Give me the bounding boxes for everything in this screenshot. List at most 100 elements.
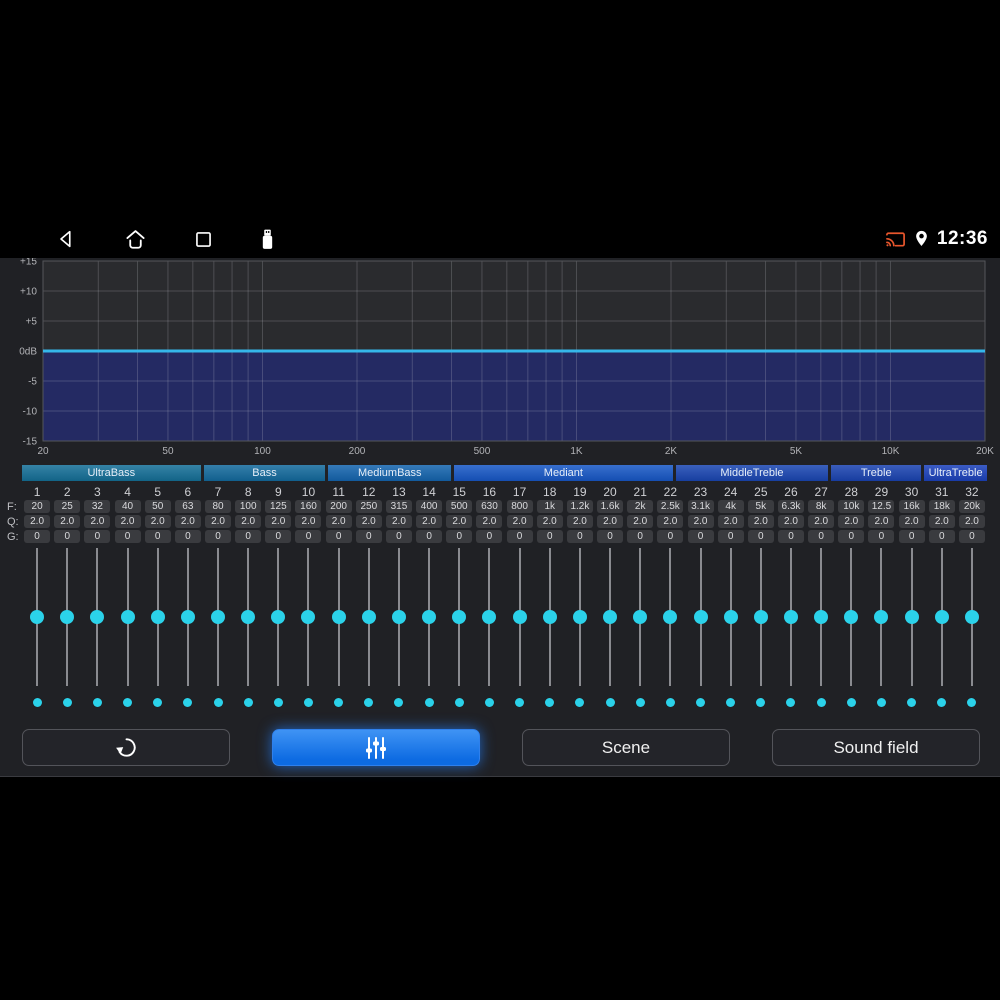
band-group-bass[interactable]: Bass	[203, 465, 326, 481]
band-q-chip[interactable]: 2.0	[928, 515, 955, 528]
slider-knob[interactable]	[572, 610, 587, 624]
band-dot[interactable]	[424, 698, 434, 707]
band-gain-chip[interactable]: 0	[325, 530, 352, 543]
band-dot[interactable]	[454, 698, 464, 707]
band-q-chip[interactable]: 2.0	[355, 515, 382, 528]
band-q-chip[interactable]: 2.0	[536, 515, 563, 528]
band-freq-chip[interactable]: 125	[265, 500, 292, 513]
band-dot[interactable]	[726, 698, 736, 707]
band-gain-chip[interactable]: 0	[295, 530, 322, 543]
band-dot[interactable]	[876, 698, 886, 707]
band-freq-chip[interactable]: 315	[385, 500, 412, 513]
home-button[interactable]	[124, 228, 147, 251]
band-gain-chip[interactable]: 0	[174, 530, 201, 543]
band-freq-chip[interactable]: 32	[84, 500, 111, 513]
band-gain-slider[interactable]	[897, 548, 927, 686]
band-dot[interactable]	[846, 698, 856, 707]
band-dot[interactable]	[756, 698, 766, 707]
band-gain-chip[interactable]: 0	[506, 530, 533, 543]
slider-knob[interactable]	[753, 610, 768, 624]
slider-knob[interactable]	[814, 610, 829, 624]
band-dot[interactable]	[605, 698, 615, 707]
band-dot[interactable]	[153, 698, 163, 707]
band-freq-chip[interactable]: 8k	[808, 500, 835, 513]
band-freq-chip[interactable]: 2.5k	[657, 500, 684, 513]
band-gain-slider[interactable]	[806, 548, 836, 686]
band-gain-slider[interactable]	[474, 548, 504, 686]
band-freq-chip[interactable]: 18k	[928, 500, 955, 513]
band-q-chip[interactable]: 2.0	[597, 515, 624, 528]
band-dot[interactable]	[484, 698, 494, 707]
band-gain-chip[interactable]: 0	[355, 530, 382, 543]
band-freq-chip[interactable]: 800	[506, 500, 533, 513]
band-gain-chip[interactable]: 0	[536, 530, 563, 543]
band-gain-slider[interactable]	[505, 548, 535, 686]
band-gain-chip[interactable]: 0	[717, 530, 744, 543]
band-q-chip[interactable]: 2.0	[898, 515, 925, 528]
band-gain-slider[interactable]	[927, 548, 957, 686]
band-gain-chip[interactable]: 0	[777, 530, 804, 543]
band-freq-chip[interactable]: 200	[325, 500, 352, 513]
band-q-chip[interactable]: 2.0	[506, 515, 533, 528]
band-gain-slider[interactable]	[957, 548, 987, 686]
band-dot[interactable]	[816, 698, 826, 707]
band-gain-slider[interactable]	[776, 548, 806, 686]
band-gain-slider[interactable]	[595, 548, 625, 686]
band-gain-chip[interactable]: 0	[838, 530, 865, 543]
band-gain-chip[interactable]: 0	[114, 530, 141, 543]
band-gain-chip[interactable]: 0	[446, 530, 473, 543]
band-gain-slider[interactable]	[866, 548, 896, 686]
band-dot[interactable]	[394, 698, 404, 707]
band-q-chip[interactable]: 2.0	[446, 515, 473, 528]
band-dot[interactable]	[62, 698, 72, 707]
slider-knob[interactable]	[422, 610, 437, 624]
band-group-mediumbass[interactable]: MediumBass	[328, 465, 452, 481]
band-group-ultrabass[interactable]: UltraBass	[22, 465, 201, 481]
slider-knob[interactable]	[783, 610, 798, 624]
band-freq-chip[interactable]: 6.3k	[777, 500, 804, 513]
band-dot[interactable]	[967, 698, 977, 707]
slider-knob[interactable]	[241, 610, 256, 624]
band-freq-chip[interactable]: 1.6k	[597, 500, 624, 513]
band-freq-chip[interactable]: 63	[174, 500, 201, 513]
band-gain-chip[interactable]: 0	[958, 530, 985, 543]
band-gain-slider[interactable]	[655, 548, 685, 686]
band-q-chip[interactable]: 2.0	[566, 515, 593, 528]
band-gain-slider[interactable]	[52, 548, 82, 686]
slider-knob[interactable]	[693, 610, 708, 624]
band-freq-chip[interactable]: 100	[235, 500, 262, 513]
band-freq-chip[interactable]: 400	[416, 500, 443, 513]
slider-knob[interactable]	[603, 610, 618, 624]
band-gain-chip[interactable]: 0	[416, 530, 443, 543]
band-freq-chip[interactable]: 160	[295, 500, 322, 513]
recents-button[interactable]	[193, 229, 214, 250]
band-q-chip[interactable]: 2.0	[958, 515, 985, 528]
band-freq-chip[interactable]: 630	[476, 500, 503, 513]
slider-knob[interactable]	[301, 610, 316, 624]
slider-knob[interactable]	[844, 610, 859, 624]
band-freq-chip[interactable]: 3.1k	[687, 500, 714, 513]
band-dot[interactable]	[303, 698, 313, 707]
band-freq-chip[interactable]: 4k	[717, 500, 744, 513]
band-q-chip[interactable]: 2.0	[174, 515, 201, 528]
band-dot[interactable]	[696, 698, 706, 707]
band-dot[interactable]	[665, 698, 675, 707]
band-gain-slider[interactable]	[173, 548, 203, 686]
band-q-chip[interactable]: 2.0	[777, 515, 804, 528]
slider-knob[interactable]	[391, 610, 406, 624]
band-gain-chip[interactable]: 0	[597, 530, 624, 543]
band-freq-chip[interactable]: 10k	[838, 500, 865, 513]
slider-knob[interactable]	[180, 610, 195, 624]
band-gain-chip[interactable]: 0	[868, 530, 895, 543]
band-gain-chip[interactable]: 0	[24, 530, 51, 543]
band-gain-slider[interactable]	[82, 548, 112, 686]
band-freq-chip[interactable]: 80	[205, 500, 232, 513]
band-freq-chip[interactable]: 20	[24, 500, 51, 513]
band-freq-chip[interactable]: 25	[54, 500, 81, 513]
band-gain-chip[interactable]: 0	[144, 530, 171, 543]
usb-icon[interactable]	[260, 228, 275, 251]
eq-button[interactable]	[272, 729, 480, 766]
band-dot[interactable]	[937, 698, 947, 707]
slider-knob[interactable]	[663, 610, 678, 624]
band-q-chip[interactable]: 2.0	[295, 515, 322, 528]
